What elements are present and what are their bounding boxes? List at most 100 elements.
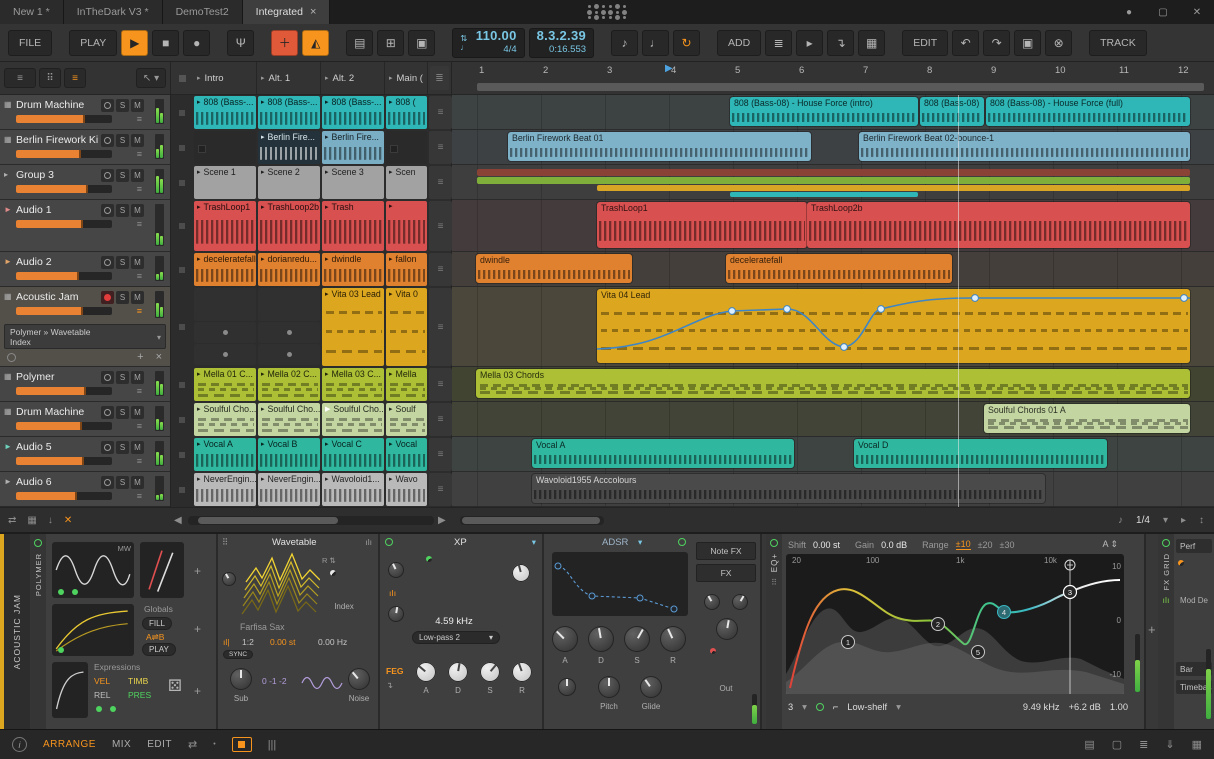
scene-header-main[interactable]: ▸ Main ( bbox=[385, 62, 428, 94]
clip-stop-button[interactable] bbox=[171, 130, 193, 165]
amp-decay-knob[interactable] bbox=[588, 626, 614, 652]
launcher-clip[interactable]: ▸ Vita 03 Lead bbox=[322, 288, 384, 366]
clip-play-icon[interactable]: ▸ bbox=[261, 255, 265, 263]
launcher-clip[interactable]: ▸ Wavo bbox=[386, 473, 427, 506]
volume-fader[interactable] bbox=[16, 457, 112, 465]
arranger-clip[interactable]: Vocal D bbox=[854, 439, 1107, 468]
clip-play-icon[interactable]: ▸ bbox=[261, 405, 265, 413]
mute-button[interactable]: M bbox=[131, 169, 144, 182]
pitch-knob[interactable] bbox=[598, 676, 620, 698]
shift-value[interactable]: 0.00 st bbox=[813, 540, 840, 550]
clip-play-icon[interactable]: ▸ bbox=[325, 475, 329, 483]
mute-button[interactable]: M bbox=[131, 99, 144, 112]
clip-play-icon[interactable]: ▸ bbox=[261, 168, 265, 176]
add-device-button[interactable]: + bbox=[1148, 622, 1156, 637]
dual-display-icon[interactable]: ⇄ bbox=[188, 738, 197, 751]
adsr-power-icon[interactable] bbox=[678, 538, 686, 546]
launcher-view-icon[interactable]: ≡ bbox=[64, 68, 86, 88]
track-launcher-menu-icon[interactable]: ≡ bbox=[429, 438, 452, 471]
arranger-clip[interactable]: 808 (Bass-08) - House Force (intro) bbox=[730, 97, 918, 126]
project-tab-1[interactable]: New 1 * bbox=[0, 0, 64, 24]
clip-stop-button[interactable] bbox=[171, 165, 193, 200]
device-power-icon[interactable] bbox=[770, 539, 778, 547]
track-launcher-menu-icon[interactable]: ≡ bbox=[429, 473, 452, 506]
collapse-tracks-icon[interactable]: ↓ bbox=[48, 515, 53, 526]
clip-stop-button[interactable] bbox=[171, 472, 193, 507]
track-menu-icon[interactable]: ≡ bbox=[137, 491, 142, 501]
arranger-clip[interactable]: 808 (Bass-08) - House Force (full) bbox=[986, 97, 1190, 126]
monitor-button[interactable] bbox=[101, 169, 114, 182]
track-menu-icon[interactable]: ≡ bbox=[137, 184, 142, 194]
pointer-tool-button[interactable]: ↖ ▾ bbox=[136, 68, 166, 88]
tempo-display[interactable]: ⇅ ♩ 110.00 4/4 bbox=[452, 27, 525, 58]
mute-button[interactable]: M bbox=[131, 256, 144, 269]
detune-value[interactable]: 0.00 st bbox=[270, 637, 296, 647]
clip-play-icon[interactable]: ▸ bbox=[197, 168, 201, 176]
download-panel-icon[interactable]: ⇓ bbox=[1165, 738, 1174, 751]
track-launcher-menu-icon[interactable]: ≡ bbox=[429, 166, 452, 199]
envelope-display[interactable] bbox=[552, 552, 688, 616]
stop-all-clips-button[interactable] bbox=[171, 62, 193, 94]
clip-play-icon[interactable]: ▸ bbox=[389, 405, 393, 413]
eq-band-point-2[interactable]: 2 bbox=[931, 617, 945, 631]
group-scene-clip[interactable]: ▸ Scene 2 bbox=[258, 166, 320, 199]
clip-play-icon[interactable]: ▸ bbox=[325, 98, 329, 106]
zoom-to-fit-icon[interactable]: ▸ bbox=[1181, 515, 1186, 526]
clip-stop-button[interactable] bbox=[171, 200, 193, 252]
arranger-track-lane[interactable]: Mella 03 Chords bbox=[452, 367, 1214, 402]
scene-header-alt1[interactable]: ▸ Alt. 1 bbox=[257, 62, 321, 94]
mod-source-dot[interactable] bbox=[110, 706, 116, 712]
eq-band-point-3[interactable]: 3 bbox=[1062, 584, 1078, 600]
empty-clip-slot[interactable] bbox=[194, 288, 256, 321]
arranger-track-lane[interactable]: TrashLoop1 TrashLoop2b bbox=[452, 200, 1214, 252]
automation-stop-slot[interactable] bbox=[194, 322, 256, 343]
arranger-clip[interactable]: TrashLoop1 bbox=[597, 202, 807, 248]
monitor-button[interactable] bbox=[101, 99, 114, 112]
launcher-scrollbar[interactable] bbox=[188, 516, 434, 525]
note-fx-tab[interactable]: Note FX bbox=[696, 542, 756, 560]
mute-button[interactable]: M bbox=[131, 371, 144, 384]
launcher-clip-playing[interactable]: ▶ Soulful Cho... bbox=[322, 403, 384, 436]
track-launcher-menu-icon[interactable]: ≡ bbox=[429, 131, 452, 164]
mute-button[interactable]: M bbox=[131, 441, 144, 454]
spread-knob[interactable] bbox=[716, 618, 738, 640]
glide-knob[interactable] bbox=[640, 676, 662, 698]
track-name[interactable]: Drum Machine bbox=[16, 99, 84, 111]
track-launcher-menu-icon[interactable]: ≡ bbox=[429, 368, 452, 401]
filter-mode-dropdown[interactable]: Low-pass 2 ▾ bbox=[412, 631, 500, 644]
mod-source-dot[interactable] bbox=[72, 589, 78, 595]
clip-stop-button[interactable] bbox=[171, 402, 193, 437]
modulation-target-selector[interactable]: Polymer » Wavetable Index ▾ bbox=[4, 324, 166, 349]
track-name[interactable]: Berlin Firework Kit bbox=[16, 134, 98, 146]
amp-sustain-knob[interactable] bbox=[624, 626, 650, 652]
clip-play-icon[interactable]: ▸ bbox=[197, 255, 201, 263]
arranger-track-lane[interactable]: Berlin Firework Beat 01 Berlin Firework … bbox=[452, 130, 1214, 165]
duplicate-button[interactable]: ▣ bbox=[1014, 29, 1042, 56]
automation-stop-slot[interactable] bbox=[258, 322, 320, 343]
drag-handle-icon[interactable]: ⠿ bbox=[222, 537, 228, 548]
track-list-menu-icon[interactable]: ≡ bbox=[4, 68, 36, 88]
expression-pres[interactable]: PRES bbox=[128, 690, 151, 700]
solo-button[interactable]: S bbox=[116, 134, 129, 147]
play-menu-button[interactable]: PLAY bbox=[69, 29, 118, 56]
arranger-clip[interactable]: TrashLoop2b bbox=[807, 202, 1190, 248]
audition-icon[interactable]: ♪ bbox=[611, 29, 639, 56]
arranger-clip[interactable]: Wavoloid1955 Acccolours bbox=[532, 474, 1045, 503]
play-mode-button[interactable]: PLAY bbox=[142, 643, 176, 656]
timeline-ruler[interactable]: 1 2 3 4 5 6 7 8 9 10 11 12 ▶ bbox=[452, 62, 1214, 95]
volume-fader[interactable] bbox=[16, 220, 112, 228]
fx-tab[interactable]: FX bbox=[696, 564, 756, 582]
track-row[interactable]: ▦ Polymer SM ≡ bbox=[0, 367, 170, 402]
solo-button[interactable]: S bbox=[116, 291, 129, 304]
feg-attack-knob[interactable] bbox=[416, 662, 436, 682]
launcher-clip[interactable]: ▸ Vocal B bbox=[258, 438, 320, 471]
view-mix[interactable]: MIX bbox=[112, 739, 131, 750]
project-tab-4[interactable]: Integrated × bbox=[242, 0, 331, 24]
chevron-down-icon[interactable]: ▾ bbox=[896, 702, 901, 713]
browser-panel-icon[interactable]: ▢ bbox=[1112, 738, 1122, 751]
noise-knob[interactable] bbox=[348, 668, 370, 690]
launcher-clip[interactable]: ▸ Soulful Cho... bbox=[258, 403, 320, 436]
launcher-clip[interactable]: ▸ NeverEngin... bbox=[194, 473, 256, 506]
launcher-clip[interactable]: ▸ bbox=[386, 201, 427, 251]
add-slot-icon[interactable]: + bbox=[194, 564, 201, 578]
